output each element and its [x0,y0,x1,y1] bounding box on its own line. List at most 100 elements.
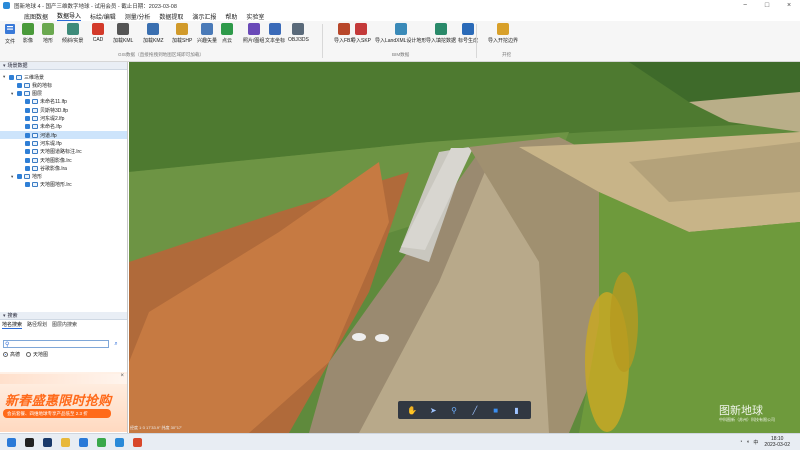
tree-item[interactable]: ▾ 地形 [0,173,127,181]
checkbox[interactable] [25,99,30,105]
ribbon-button-9[interactable]: 照片/图组 [243,23,264,49]
menu-item-6[interactable]: 帮助 [225,12,237,21]
chrome-icon[interactable] [94,436,108,449]
windows-icon[interactable] [4,436,18,449]
menu-item-3[interactable]: 测量/分析 [125,12,151,21]
app-logo-icon [3,2,10,9]
ribbon-button-10[interactable]: 文本坐标 [265,23,285,49]
menu-item-1[interactable]: 数据导入 [57,11,82,21]
ribbon-button-14[interactable]: 导入LandXML设计地形 [375,23,426,49]
maximize-button[interactable]: □ [756,0,778,11]
ribbon-button-5[interactable]: 加载KMZ [143,23,164,49]
ribbon-button-4[interactable]: 加载KML [113,23,133,49]
ribbon-button-17[interactable]: 导入开挖边界 [488,23,518,49]
ribbon-button-2[interactable]: 倾斜/实景 [62,23,83,49]
ribbon-button-15[interactable]: 导入填挖数据 [426,23,456,49]
vscode-icon[interactable] [76,436,90,449]
folder-icon[interactable] [58,436,72,449]
checkbox[interactable] [25,149,30,155]
tree-item[interactable]: 河道.lfp [0,131,127,140]
pointer-icon[interactable]: ➤ [427,404,439,416]
ribbon-button-7[interactable]: 兴趣矢量 [197,23,217,49]
expand-icon[interactable]: ▾ [3,74,8,80]
tree-item[interactable]: 未命名.lfp [0,123,127,131]
ribbon-button-6[interactable]: 加载SHP [172,23,192,49]
checkbox[interactable] [25,157,30,163]
watermark-company: 中科图新（苏州）科技有限公司 [719,417,775,422]
tree-item[interactable]: 天地图影像.lrc [0,156,127,164]
checkbox[interactable] [17,174,22,180]
tree-item[interactable]: 河东堤.lfp [0,139,127,147]
ribbon-button-1[interactable]: 地形 [42,23,54,49]
tree-item[interactable]: 河东堤2.lfp [0,115,127,123]
menu-item-0[interactable]: 底图数据 [24,12,48,21]
tree-item-label: 天地图道路标注.lrc [40,149,82,156]
minimize-button[interactable]: − [734,0,756,11]
tree-item[interactable]: ▾ 图层 [0,90,127,98]
menu-item-4[interactable]: 数据提取 [159,12,183,21]
ribbon-button-label: CAD [92,37,104,43]
promo-title: 新春盛惠限时抢购 [5,393,112,408]
ribbon-button-3[interactable]: CAD [92,23,104,49]
tree-item[interactable]: 天地图地形.lrc [0,181,127,189]
ribbon-button-16[interactable]: 标号生成 [458,23,478,49]
ribbon-button-8[interactable]: 点云 [221,23,233,49]
tree-item-label: 天地图地形.lrc [40,182,72,189]
polygon-icon[interactable]: ■ [490,404,502,416]
menu-item-5[interactable]: 演示汇报 [192,12,216,21]
chart-icon[interactable]: ▮ [511,404,523,416]
checkbox[interactable] [25,124,30,130]
line-icon[interactable]: ╱ [469,404,481,416]
checkbox[interactable] [17,82,22,88]
search-tab-0[interactable]: 地名搜索 [2,321,23,329]
search-input[interactable]: ⚲ [3,340,109,348]
globe-icon[interactable] [112,436,126,449]
checkbox[interactable] [25,182,30,188]
tree-item[interactable]: 谷歌影像.lra [0,164,127,172]
expand-icon[interactable]: ▾ [11,91,16,97]
map-viewport[interactable]: 图新地球 中科图新（苏州）科技有限公司 [129,62,800,433]
menu-item-7[interactable]: 实验室 [246,12,264,21]
tree-item[interactable]: 我的地标 [0,81,127,89]
ribbon-button-icon [497,23,509,35]
ribbon-button-0[interactable]: 影像 [22,23,34,49]
checkbox[interactable] [25,107,30,113]
tree-item[interactable]: 天地图道路标注.lrc [0,148,127,156]
wifi-icon[interactable]: ◔ [739,439,742,445]
hand-icon[interactable]: ✋ [406,404,418,416]
file-menu-button[interactable]: 文件 [2,23,18,59]
ribbon-button-11[interactable]: OBJ/3DS [288,23,309,49]
search-tab-1[interactable]: 路径规划 [27,321,47,329]
ribbon-button-label: 加载KML [113,38,134,44]
search-panel-header[interactable]: ▾ 搜索 [0,312,127,320]
tree-item[interactable]: ▾ 三维场景 [0,73,127,81]
close-button[interactable]: × [778,0,800,11]
pin-icon[interactable]: ⚲ [448,404,460,416]
checkbox[interactable] [25,116,30,121]
menu-item-2[interactable]: 标绘/编辑 [90,12,116,21]
checkbox[interactable] [9,74,14,80]
tree-item[interactable]: 贝斯特3D.lfp [0,106,127,114]
promo-banner[interactable]: × 新春盛惠限时抢购 会员套餐、四维地球专享产品低至 2.3 折 [0,372,128,432]
checkbox[interactable] [25,140,30,146]
radio-tianditu[interactable] [26,352,32,357]
clock[interactable]: 18:10 2023-03-02 [764,436,790,448]
scene-panel-header[interactable]: ▾ 场景数据 [0,62,127,70]
checkbox[interactable] [25,165,30,171]
tree-item-label: 未命名11.lfp [40,99,67,106]
terminal-icon[interactable] [22,436,36,449]
ribbon-button-13[interactable]: 导入SKP [351,23,371,49]
checkbox[interactable] [25,132,30,138]
volume-icon[interactable]: ◖ [746,439,749,445]
ime-indicator[interactable]: 中 [753,439,758,446]
expand-icon[interactable]: ▾ [11,174,16,180]
checkbox[interactable] [17,91,22,97]
radio-gaode[interactable] [3,352,8,357]
file-icon [5,24,15,34]
search-icon[interactable]: ⌕ [112,340,120,348]
photoshop-icon[interactable] [40,436,54,449]
app-icon[interactable] [130,436,144,449]
close-icon[interactable]: × [120,373,124,379]
search-tab-2[interactable]: 图层内搜索 [52,321,77,329]
tree-item[interactable]: 未命名11.lfp [0,98,127,106]
